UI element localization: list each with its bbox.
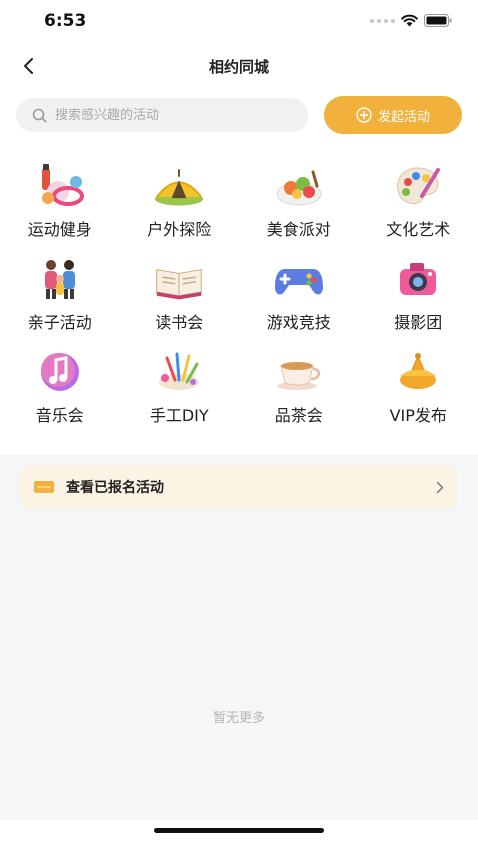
gamepad-icon [273, 255, 325, 303]
category-label: 游戏竞技 [266, 313, 331, 332]
category-family[interactable]: 亲子活动 [0, 243, 120, 335]
teacup-icon [273, 348, 325, 396]
category-label: 户外探险 [147, 220, 212, 239]
category-label: VIP发布 [389, 406, 447, 425]
activity-list-area: 查看已报名活动 暂无更多 [0, 455, 478, 820]
ticket-icon [34, 481, 54, 493]
nav-bar: 相约同城 [0, 44, 478, 88]
wifi-icon [401, 14, 418, 27]
open-book-icon [153, 255, 205, 303]
category-gaming[interactable]: 游戏竞技 [239, 243, 359, 335]
home-indicator[interactable] [154, 828, 324, 833]
empty-state-text: 暂无更多 [212, 711, 265, 726]
category-label: 音乐会 [35, 406, 84, 425]
category-tea-party[interactable]: 品茶会 [239, 336, 359, 428]
view-registered-label: 查看已报名活动 [66, 480, 164, 496]
tent-icon [153, 162, 205, 210]
category-culture-art[interactable]: 文化艺术 [359, 150, 478, 242]
status-time: 6:53 [44, 11, 87, 31]
category-label: 品茶会 [274, 406, 323, 425]
search-row: 发起活动 [16, 96, 462, 134]
battery-icon [424, 14, 452, 27]
home-bar [0, 820, 478, 850]
category-label: 摄影团 [394, 313, 443, 332]
category-label: 亲子活动 [27, 313, 92, 332]
status-bar: 6:53 [0, 0, 478, 44]
category-label: 运动健身 [27, 220, 92, 239]
view-registered-activities[interactable]: 查看已报名活动 [20, 465, 458, 509]
category-book-club[interactable]: 读书会 [120, 243, 240, 335]
category-fitness[interactable]: 运动健身 [0, 150, 120, 242]
page-title: 相约同城 [208, 58, 269, 76]
category-label: 读书会 [155, 313, 204, 332]
launch-activity-button[interactable]: 发起活动 [324, 96, 462, 134]
camera-icon [392, 255, 444, 303]
category-concert[interactable]: 音乐会 [0, 336, 120, 428]
search-box[interactable] [16, 98, 308, 132]
fitness-icon [34, 162, 86, 210]
category-food[interactable]: 美食派对 [239, 150, 359, 242]
category-label: 美食派对 [266, 220, 331, 239]
vip-crown-icon [392, 348, 444, 396]
category-grid: 运动健身 户外探险 美食派对 文化艺术 亲子活动 读书会 游戏竞技 摄影团 音乐… [0, 150, 478, 455]
search-input[interactable] [55, 107, 285, 123]
search-icon [32, 108, 47, 123]
plus-circle-icon [356, 107, 372, 123]
chevron-right-icon [436, 481, 444, 493]
category-photography[interactable]: 摄影团 [359, 243, 478, 335]
art-palette-icon [392, 162, 444, 210]
status-indicators [370, 14, 452, 27]
family-icon [34, 255, 86, 303]
music-note-icon [34, 348, 86, 396]
category-outdoor[interactable]: 户外探险 [120, 150, 240, 242]
category-handcraft[interactable]: 手工DIY [120, 336, 240, 428]
food-platter-icon [273, 162, 325, 210]
signal-dots-icon [370, 18, 395, 23]
category-label: 手工DIY [149, 406, 209, 425]
category-label: 文化艺术 [386, 220, 451, 239]
craft-tools-icon [153, 348, 205, 396]
category-vip-release[interactable]: VIP发布 [359, 336, 478, 428]
launch-activity-label: 发起活动 [377, 109, 430, 125]
